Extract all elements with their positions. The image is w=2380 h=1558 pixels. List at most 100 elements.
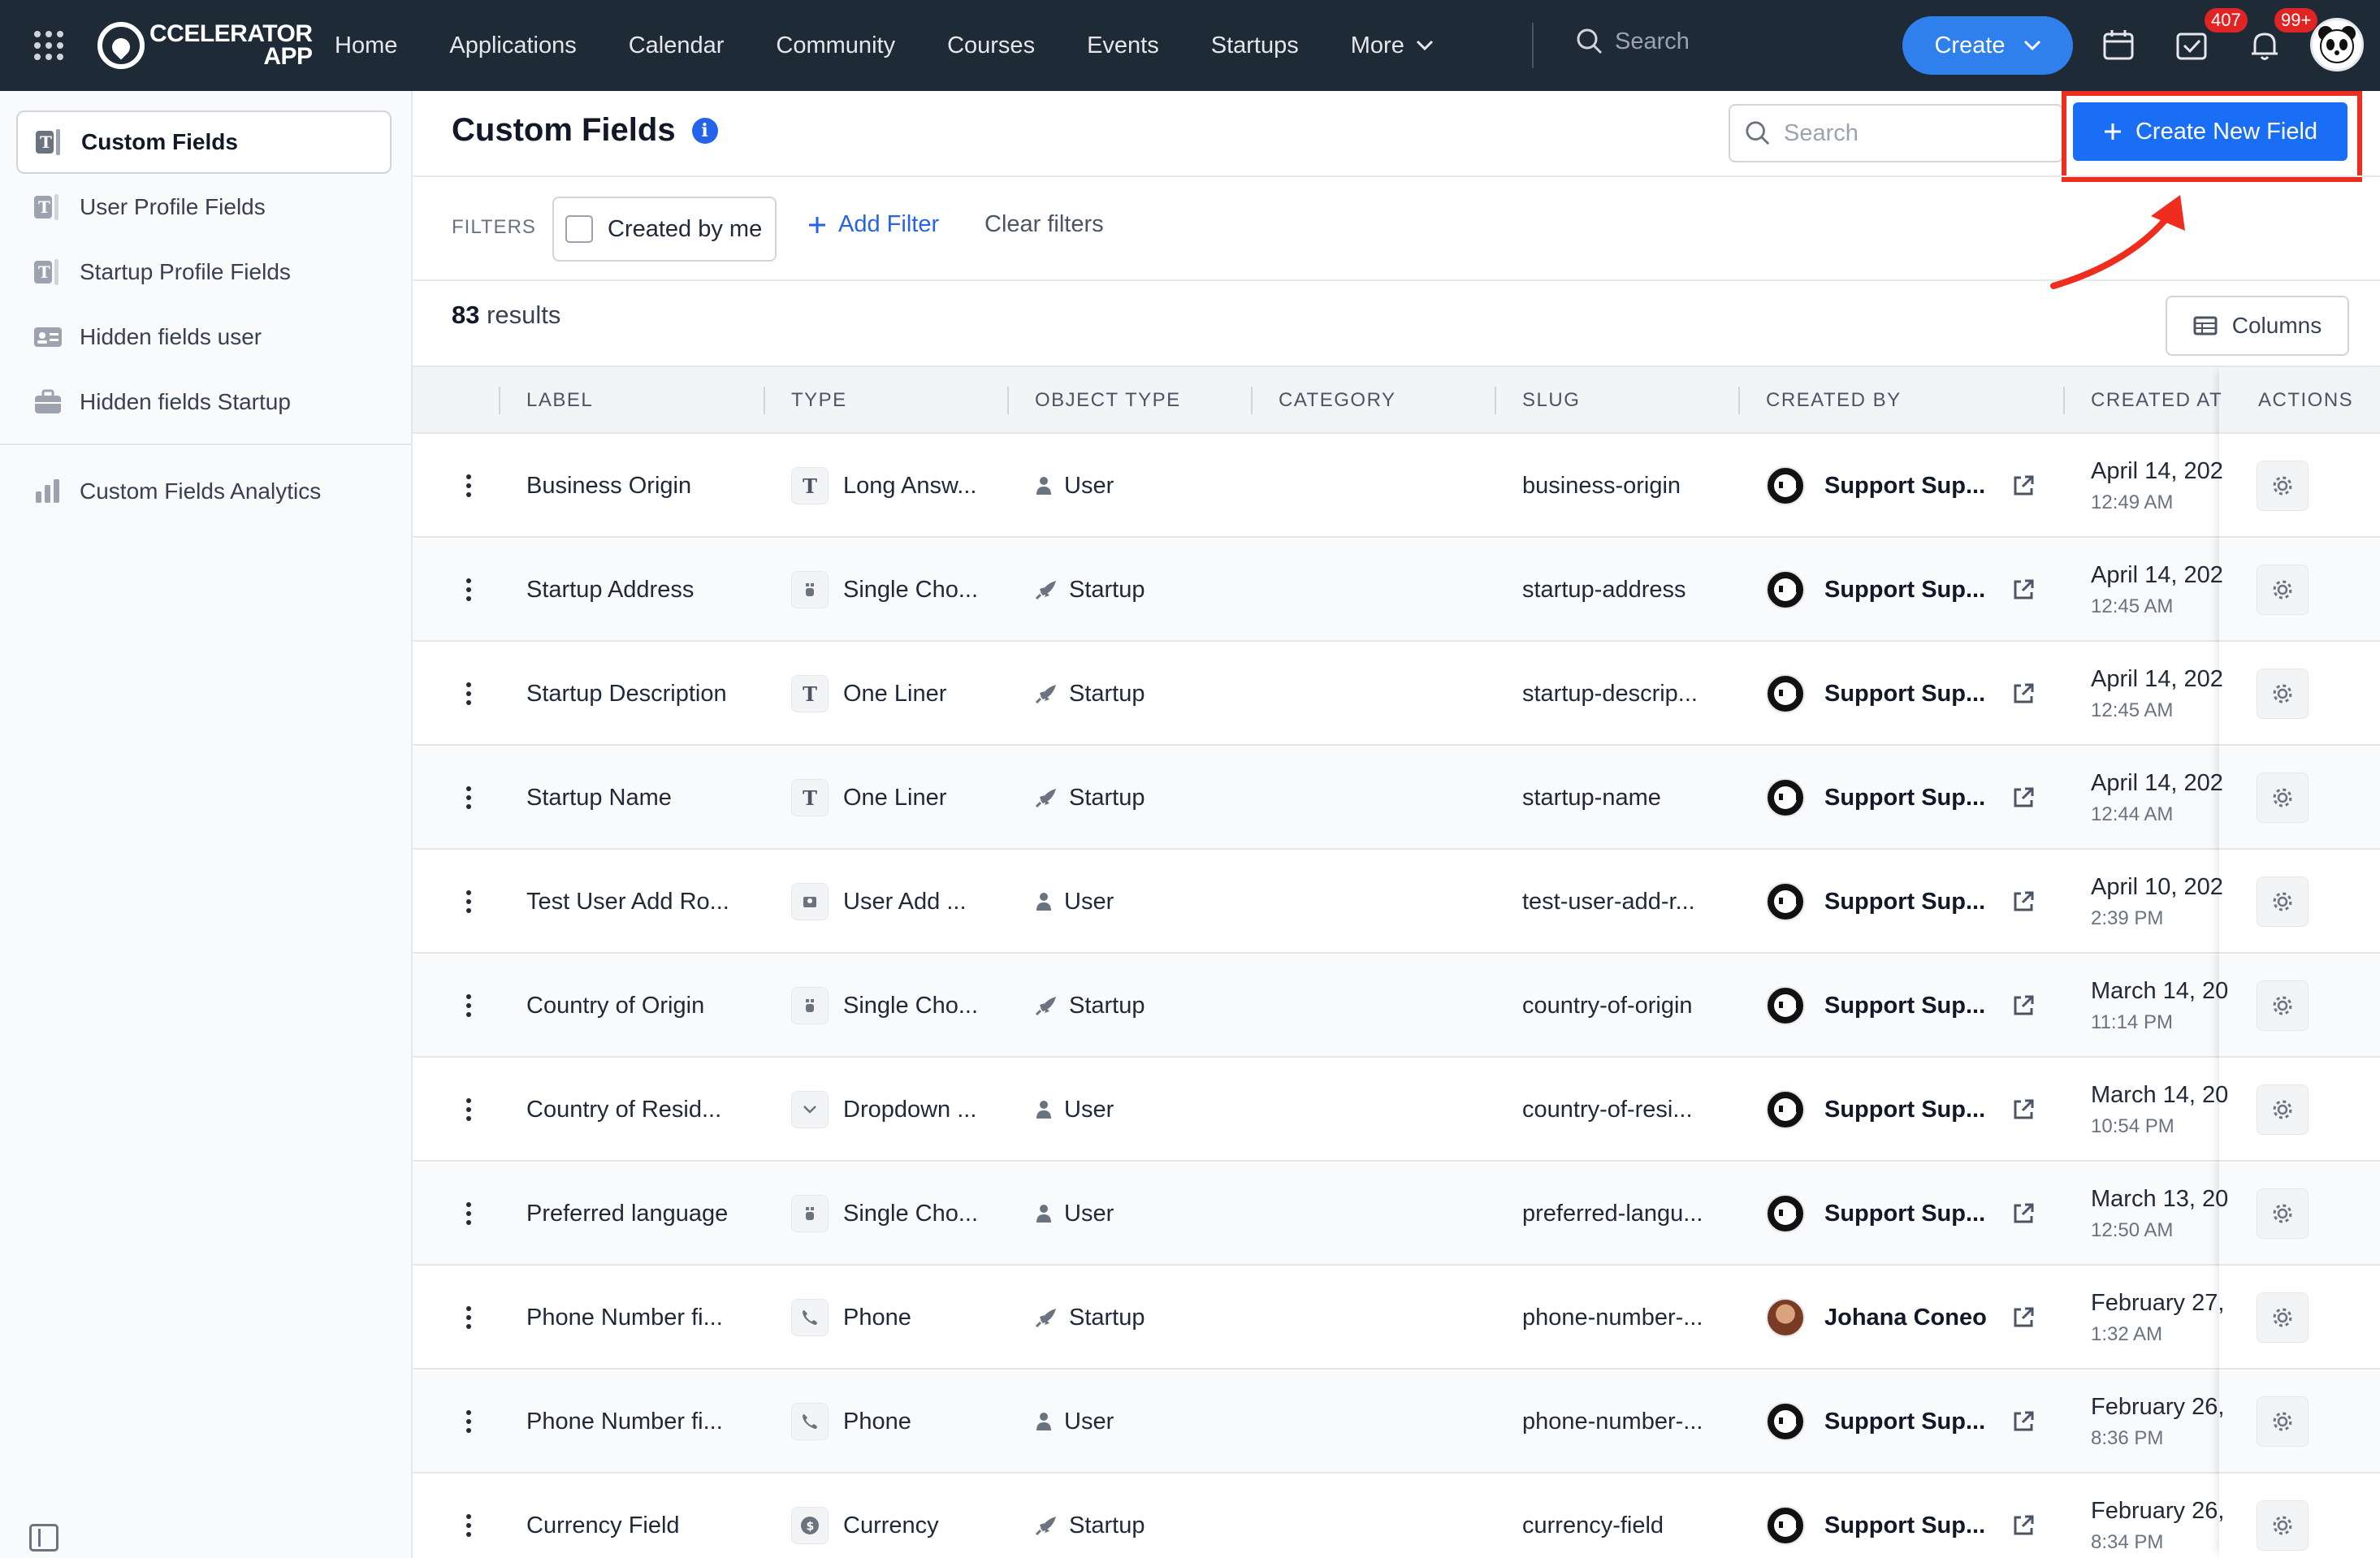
row-label: Business Origin: [526, 472, 692, 499]
global-search-placeholder: Search: [1615, 28, 1690, 54]
row-menu-icon[interactable]: [465, 1371, 473, 1472]
open-profile-icon[interactable]: [2011, 747, 2036, 848]
sidebar-item-user-profile-fields[interactable]: T User Profile Fields: [16, 175, 392, 239]
object-type-icon: [1035, 1099, 1053, 1120]
row-menu-icon[interactable]: [465, 1059, 473, 1160]
sidebar-item-custom-fields-analytics[interactable]: Custom Fields Analytics: [16, 460, 392, 523]
open-profile-icon[interactable]: [2011, 1267, 2036, 1368]
column-header-type[interactable]: TYPE: [791, 367, 847, 434]
created-by-me-filter[interactable]: Created by me: [552, 197, 777, 262]
clear-filters-button[interactable]: Clear filters: [984, 211, 1104, 238]
row-menu-icon[interactable]: [465, 539, 473, 640]
nav-home[interactable]: Home: [335, 32, 397, 59]
sidebar-item-custom-fields[interactable]: T Custom Fields: [16, 110, 392, 174]
open-profile-icon[interactable]: [2011, 1371, 2036, 1472]
field-type-icon: T: [791, 779, 829, 816]
info-icon[interactable]: i: [691, 117, 718, 144]
add-filter-button[interactable]: Add Filter: [807, 211, 939, 238]
row-object-type: User: [1035, 1163, 1114, 1264]
creator-name: Support Sup...: [1824, 576, 1986, 603]
created-date: February 26,: [2091, 1497, 2225, 1524]
open-profile-icon[interactable]: [2011, 1163, 2036, 1264]
open-profile-icon[interactable]: [2011, 1475, 2036, 1558]
row-label: Country of Origin: [526, 992, 705, 1019]
create-button[interactable]: Create: [1902, 16, 2073, 75]
created-by-me-checkbox[interactable]: [565, 215, 593, 243]
tasks-icon[interactable]: [2174, 28, 2209, 63]
open-profile-icon[interactable]: [2011, 539, 2036, 640]
row-menu-icon[interactable]: [465, 643, 473, 744]
sidebar-item-hidden-fields-user[interactable]: Hidden fields user: [16, 305, 392, 369]
table-row[interactable]: Startup Address Single Cho... Startup st…: [413, 539, 2380, 642]
nav-applications[interactable]: Applications: [449, 32, 576, 59]
created-time: 12:45 AM: [2091, 595, 2174, 617]
open-profile-icon[interactable]: [2011, 1059, 2036, 1160]
row-slug: currency-field: [1522, 1512, 1664, 1539]
table-row[interactable]: Country of Origin Single Cho... Startup …: [413, 955, 2380, 1058]
row-object-type: Startup: [1035, 747, 1145, 848]
table-row[interactable]: Business Origin T Long Answ... User busi…: [413, 435, 2380, 538]
table-header: LABEL TYPE OBJECT TYPE CATEGORY SLUG CRE…: [413, 366, 2380, 434]
nav-startups[interactable]: Startups: [1211, 32, 1299, 59]
open-profile-icon[interactable]: [2011, 955, 2036, 1056]
create-new-field-button[interactable]: Create New Field: [2073, 102, 2348, 161]
table-row[interactable]: Startup Description T One Liner Startup …: [413, 643, 2380, 746]
field-type-icon: [791, 571, 829, 608]
accelerator-app-logo[interactable]: CCELERATOR APP: [97, 18, 313, 73]
user-avatar[interactable]: [2310, 18, 2364, 71]
open-profile-icon[interactable]: [2011, 851, 2036, 952]
row-menu-icon[interactable]: [465, 851, 473, 952]
table-row[interactable]: Phone Number fi... Phone Startup phone-n…: [413, 1267, 2380, 1370]
row-object-type: Startup: [1035, 539, 1145, 640]
text-field-icon: T: [34, 194, 58, 220]
column-header-created-at[interactable]: CREATED AT: [2091, 367, 2222, 434]
open-profile-icon[interactable]: [2011, 435, 2036, 536]
creator-name: Support Sup...: [1824, 784, 1986, 811]
nav-events[interactable]: Events: [1087, 32, 1159, 59]
object-type-icon: [1035, 475, 1053, 496]
nav-more[interactable]: More: [1351, 32, 1434, 59]
field-type-icon: [791, 883, 829, 920]
columns-button[interactable]: Columns: [2166, 296, 2349, 356]
table-row[interactable]: Currency Field $ Currency Startup curren…: [413, 1475, 2380, 1558]
create-button-label: Create: [1934, 32, 2006, 58]
bell-icon[interactable]: [2247, 28, 2283, 63]
nav-community[interactable]: Community: [776, 32, 895, 59]
nav-calendar[interactable]: Calendar: [629, 32, 725, 59]
creator-avatar: [1766, 778, 1805, 817]
row-menu-icon[interactable]: [465, 435, 473, 536]
sidebar-item-startup-profile-fields[interactable]: T Startup Profile Fields: [16, 240, 392, 304]
app-grid-icon[interactable]: [34, 31, 63, 60]
table-row[interactable]: Test User Add Ro... User Add ... User te…: [413, 851, 2380, 954]
collapse-sidebar-icon[interactable]: [29, 1524, 58, 1552]
object-type-icon: [1035, 891, 1053, 912]
object-type-icon: [1035, 1203, 1053, 1224]
row-menu-icon[interactable]: [465, 747, 473, 848]
object-type-icon: [1035, 1411, 1053, 1432]
row-created-at: April 14, 202 12:44 AM: [2091, 747, 2223, 848]
nav-courses[interactable]: Courses: [947, 32, 1035, 59]
column-header-slug[interactable]: SLUG: [1522, 367, 1580, 434]
sidebar: T Custom Fields T User Profile Fields T …: [0, 91, 413, 1558]
plus-icon: [809, 216, 825, 233]
sidebar-item-hidden-fields-startup[interactable]: Hidden fields Startup: [16, 370, 392, 434]
row-menu-icon[interactable]: [465, 1475, 473, 1558]
table-row[interactable]: Preferred language Single Cho... User pr…: [413, 1163, 2380, 1266]
column-header-label[interactable]: LABEL: [526, 367, 593, 434]
table-row[interactable]: Startup Name T One Liner Startup startup…: [413, 747, 2380, 850]
search-input[interactable]: Search: [1729, 104, 2063, 162]
row-menu-icon[interactable]: [465, 1163, 473, 1264]
calendar-icon[interactable]: [2101, 28, 2136, 63]
creator-name: Johana Coneo: [1824, 1304, 1987, 1331]
creator-avatar: [1766, 1506, 1805, 1545]
table-row[interactable]: Phone Number fi... Phone User phone-numb…: [413, 1371, 2380, 1474]
row-menu-icon[interactable]: [465, 1267, 473, 1368]
table-row[interactable]: Country of Resid... Dropdown ... User co…: [413, 1059, 2380, 1162]
global-search[interactable]: Search: [1576, 28, 1690, 55]
open-profile-icon[interactable]: [2011, 643, 2036, 744]
column-header-created-by[interactable]: CREATED BY: [1766, 367, 1902, 434]
column-header-object-type[interactable]: OBJECT TYPE: [1035, 367, 1181, 434]
row-menu-icon[interactable]: [465, 955, 473, 1056]
column-header-category[interactable]: CATEGORY: [1279, 367, 1396, 434]
sidebar-item-label: Startup Profile Fields: [80, 259, 291, 284]
